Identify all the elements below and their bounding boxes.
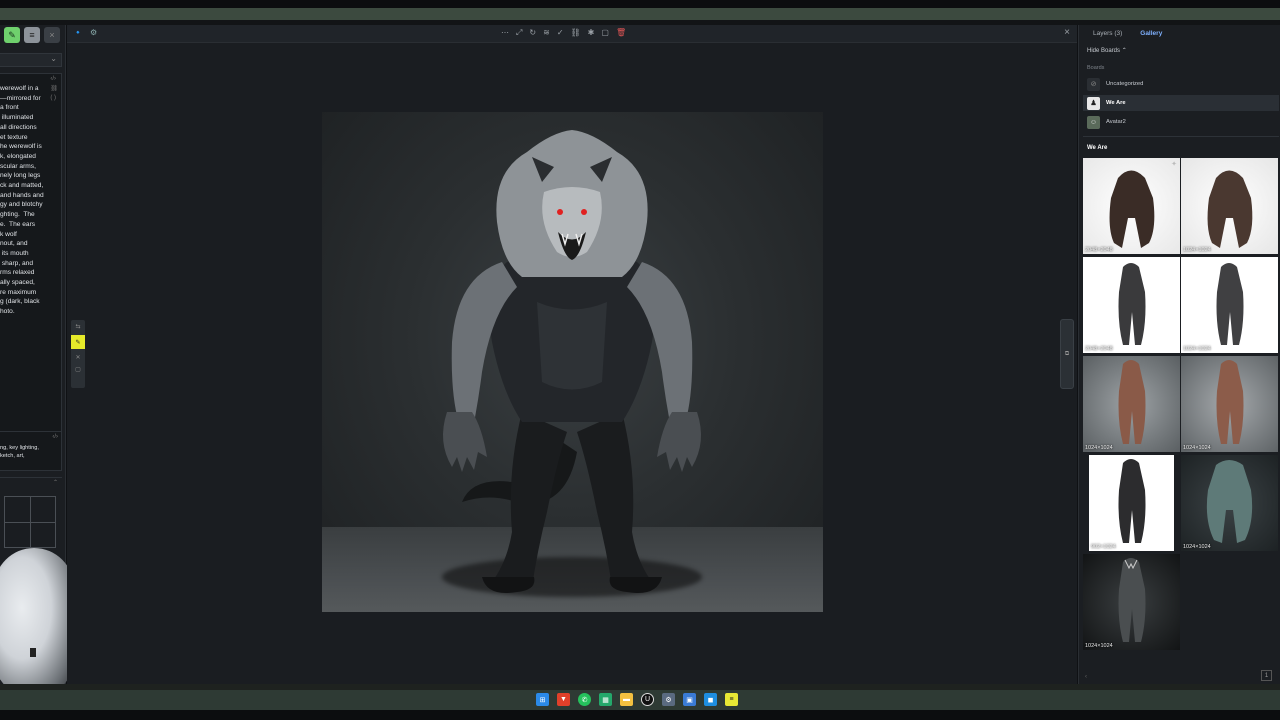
code-icon[interactable]: ‹/› [52,434,58,440]
image-dimensions: 1024×1024 [1085,445,1113,451]
prev-page-icon[interactable]: ‹ [1085,674,1087,680]
tab-layers[interactable]: Layers (3) [1093,30,1122,37]
chevron-up-icon: ⌃ [1121,48,1127,54]
webcam-overlay [0,548,74,698]
board-thumbnail: ☺ [1087,115,1100,129]
left-toolbar: ✎ ≡ × [0,27,60,43]
section-header[interactable]: ⌃ [0,477,62,489]
brush-tool-button[interactable]: ✎ [4,27,20,43]
image-dimensions: 2048×2048 [1085,247,1113,253]
right-panel-toggle[interactable]: ⧉ [1060,319,1074,389]
store-icon[interactable]: ◼ [704,693,717,706]
swap-icon[interactable]: ⇆ [75,323,80,330]
image-dimensions: 1024×1024 [1183,445,1211,451]
uncategorized-icon: ⊘ [1087,77,1100,91]
close-icon[interactable]: × [1064,27,1070,38]
negative-prompt-textarea[interactable]: ng, key lighting, ketch, art, ‹/› [0,431,62,471]
prompt-textarea[interactable]: werewolf in a —mirrored for a front illu… [0,73,62,455]
generated-werewolf-image[interactable] [322,112,823,612]
board-label: Uncategorized [1106,81,1144,87]
gallery-thumbnail[interactable]: 902×1024 [1083,455,1180,551]
gallery-thumbnail[interactable]: 1024×1024 [1181,356,1278,452]
prompt-text: werewolf in a —mirrored for a front illu… [0,85,44,316]
divider [1083,136,1279,137]
canvas-toolbar: 🔹 ⚙ ⋯ ⤢ ↻ ≋ ✓ ⛓ ✱ ▢ 🗑 × [67,25,1077,43]
negative-prompt-actions: ‹/› [52,434,58,440]
menu-button[interactable]: ≡ [24,27,40,43]
gallery-thumbnail[interactable]: 1024×1024 [1181,257,1278,353]
expand-icon[interactable]: ⤢ [516,28,522,38]
notes-icon[interactable]: ≡ [725,693,738,706]
gallery-thumbnail[interactable]: 1024×1024 [1181,158,1278,254]
link-icon[interactable]: ⛓ [571,28,581,38]
wave-icon[interactable]: ≋ [543,28,550,38]
board-thumbnail: ♟ [1087,96,1100,110]
pin-icon[interactable]: 🔹 [73,28,83,37]
gallery-thumbnail[interactable]: 1024×1024 [1083,356,1180,452]
x-icon[interactable]: ✕ [75,354,80,361]
canvas-toolbar-center: ⋯ ⤢ ↻ ≋ ✓ ⛓ ✱ ▢ 🗑 [501,28,626,38]
gear-icon[interactable]: ⚙ [90,28,97,37]
image-dimensions: 1024×1024 [1183,544,1211,550]
board-uncategorized[interactable]: ⊘ Uncategorized [1083,76,1279,92]
windows-icon[interactable]: ⊞ [536,693,549,706]
image-dimensions: 902×1024 [1091,544,1116,550]
taskbar: ⊞ ▼ ✆ ▦ ▬ U ⚙ ▣ ◼ ≡ [0,690,1280,710]
board-label: We Are [1106,100,1126,106]
sheets-icon[interactable]: ▦ [599,693,612,706]
page-indicator[interactable]: 1 [1261,670,1272,681]
brave-icon[interactable]: ▼ [557,693,570,706]
gallery-board-title: We Are [1087,145,1108,151]
refresh-icon[interactable]: ↻ [529,28,536,38]
check-icon[interactable]: ✓ [557,28,564,38]
hide-boards-button[interactable]: Hide Boards ⌃ [1087,47,1127,54]
model-select[interactable]: ⌄ [0,53,62,67]
board-label: Avatar2 [1106,119,1126,125]
image-dimensions: 1024×1024 [1085,643,1113,649]
folder-icon[interactable]: ▬ [620,693,633,706]
star-icon[interactable]: ✦ [1171,160,1177,168]
bracket-icon[interactable]: ( ) [50,95,58,101]
pencil-active-tool[interactable]: ✎ [71,335,85,349]
bottom-edge [0,710,1280,720]
board-we-are[interactable]: ♟ We Are [1083,95,1279,111]
chevron-down-icon: ⌄ [50,54,57,63]
image-dimensions: 2048×2048 [1085,346,1113,352]
image-dimensions: 1024×1024 [1183,247,1211,253]
link-icon[interactable]: ⛓ [50,85,58,92]
delete-icon[interactable]: 🗑 [616,28,626,38]
frame-icon[interactable]: ▢ [601,28,609,38]
gallery-thumbnail[interactable]: ✦ 2048×2048 [1083,158,1180,254]
negative-prompt-text: ng, key lighting, ketch, art, [0,445,39,459]
whatsapp-icon[interactable]: ✆ [578,693,591,706]
more-icon[interactable]: ⋯ [501,28,509,38]
layout-grid-thumbnail[interactable] [4,496,56,548]
code-icon[interactable]: ‹/› [50,76,58,82]
vertical-tool-strip: ⇆ ✎ ✕ ▢ [71,320,85,388]
gallery-thumbnail[interactable]: 1024×1024 [1181,455,1278,551]
top-edge [0,0,1280,8]
settings-icon[interactable]: ⚙ [662,693,675,706]
unreal-icon[interactable]: U [641,693,654,706]
close-tool-button[interactable]: × [44,27,60,43]
canvas-area: 🔹 ⚙ ⋯ ⤢ ↻ ≋ ✓ ⛓ ✱ ▢ 🗑 × ⇆ ✎ ✕ ▢ ⧉ [67,25,1077,684]
tab-gallery[interactable]: Gallery [1140,30,1162,37]
square-icon[interactable]: ▢ [75,366,81,373]
board-avatar2[interactable]: ☺ Avatar2 [1083,114,1279,130]
image-dimensions: 1024×1024 [1183,346,1211,352]
prompt-actions: ‹/› ⛓ ( ) [50,76,58,101]
boards-label: Boards [1087,65,1105,71]
chevron-up-icon: ⌃ [52,480,58,486]
gallery-thumbnail[interactable]: 2048×2048 [1083,257,1180,353]
window-titlebar [0,8,1280,20]
taskbar-icons: ⊞ ▼ ✆ ▦ ▬ U ⚙ ▣ ◼ ≡ [536,693,738,706]
right-panel: Layers (3) Gallery Hide Boards ⌃ Boards … [1078,25,1280,684]
panel-tabs: Layers (3) Gallery [1093,30,1162,37]
gallery-thumbnail[interactable]: 1024×1024 [1083,554,1180,650]
hide-boards-label: Hide Boards [1087,48,1121,54]
sparkle-icon[interactable]: ✱ [588,28,595,38]
photos-icon[interactable]: ▣ [683,693,696,706]
werewolf-figure [443,130,701,593]
canvas-toolbar-left: 🔹 ⚙ [73,28,97,37]
